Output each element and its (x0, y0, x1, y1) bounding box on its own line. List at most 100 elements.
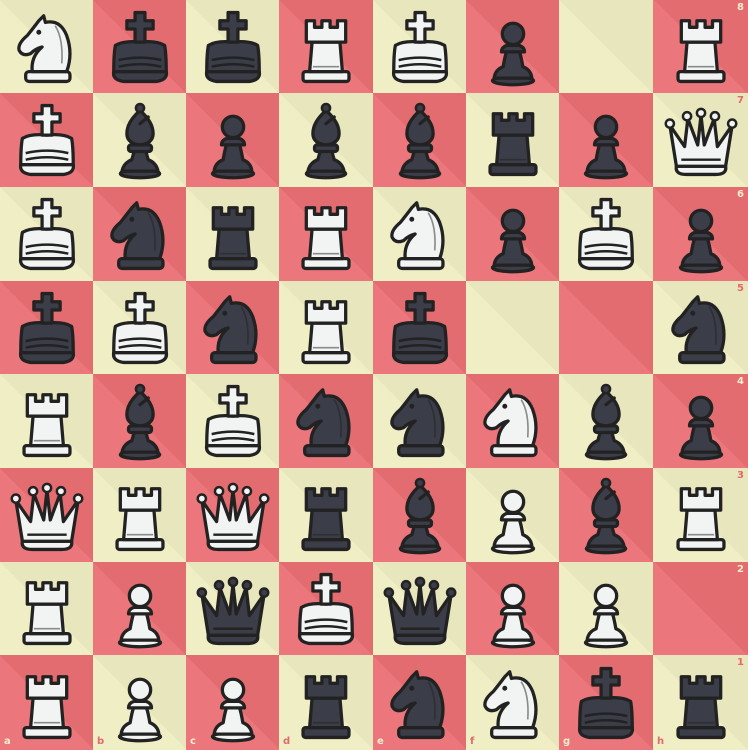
square-h8[interactable]: 8 (653, 0, 748, 93)
square-g8[interactable] (559, 0, 653, 93)
square-g7[interactable] (559, 93, 653, 187)
square-b5[interactable] (93, 281, 186, 374)
black-king-icon[interactable] (6, 287, 88, 369)
black-knight-icon[interactable] (192, 287, 274, 369)
square-h2[interactable]: 2 (653, 562, 748, 655)
white-rook-icon[interactable] (6, 380, 88, 462)
square-g5[interactable] (559, 281, 653, 374)
square-b6[interactable] (93, 187, 186, 281)
square-d5[interactable] (279, 281, 373, 374)
square-d3[interactable] (279, 468, 373, 562)
square-c2[interactable] (186, 562, 279, 655)
black-bishop-icon[interactable] (379, 99, 461, 181)
white-king-icon[interactable] (99, 287, 181, 369)
black-bishop-icon[interactable] (565, 474, 647, 556)
square-d6[interactable] (279, 187, 373, 281)
white-knight-icon[interactable] (472, 380, 554, 462)
square-b2[interactable] (93, 562, 186, 655)
black-pawn-icon[interactable] (472, 6, 554, 88)
square-c4[interactable] (186, 374, 279, 468)
black-knight-icon[interactable] (285, 380, 367, 462)
white-knight-icon[interactable] (6, 6, 88, 88)
square-b3[interactable] (93, 468, 186, 562)
black-bishop-icon[interactable] (99, 99, 181, 181)
white-king-icon[interactable] (285, 568, 367, 650)
square-g3[interactable] (559, 468, 653, 562)
white-pawn-icon[interactable] (192, 662, 274, 744)
black-queen-icon[interactable] (379, 568, 461, 650)
black-king-icon[interactable] (99, 6, 181, 88)
square-e6[interactable] (373, 187, 466, 281)
black-pawn-icon[interactable] (192, 99, 274, 181)
white-rook-icon[interactable] (285, 287, 367, 369)
black-king-icon[interactable] (565, 662, 647, 744)
white-rook-icon[interactable] (660, 474, 742, 556)
square-e4[interactable] (373, 374, 466, 468)
square-d7[interactable] (279, 93, 373, 187)
square-e7[interactable] (373, 93, 466, 187)
white-queen-icon[interactable] (192, 474, 274, 556)
square-a1[interactable]: a (0, 655, 93, 750)
white-king-icon[interactable] (6, 193, 88, 275)
square-d1[interactable]: d (279, 655, 373, 750)
white-king-icon[interactable] (192, 380, 274, 462)
square-f2[interactable] (466, 562, 559, 655)
square-f6[interactable] (466, 187, 559, 281)
square-a6[interactable] (0, 187, 93, 281)
square-a8[interactable] (0, 0, 93, 93)
square-b7[interactable] (93, 93, 186, 187)
square-h5[interactable]: 5 (653, 281, 748, 374)
square-e1[interactable]: e (373, 655, 466, 750)
square-a7[interactable] (0, 93, 93, 187)
square-c3[interactable] (186, 468, 279, 562)
white-rook-icon[interactable] (6, 662, 88, 744)
square-g4[interactable] (559, 374, 653, 468)
square-f1[interactable]: f (466, 655, 559, 750)
black-bishop-icon[interactable] (565, 380, 647, 462)
white-pawn-icon[interactable] (99, 662, 181, 744)
black-rook-icon[interactable] (192, 193, 274, 275)
white-pawn-icon[interactable] (99, 568, 181, 650)
white-king-icon[interactable] (379, 6, 461, 88)
square-a5[interactable] (0, 281, 93, 374)
white-queen-icon[interactable] (660, 99, 742, 181)
square-h6[interactable]: 6 (653, 187, 748, 281)
black-king-icon[interactable] (379, 287, 461, 369)
square-f7[interactable] (466, 93, 559, 187)
black-pawn-icon[interactable] (660, 380, 742, 462)
black-pawn-icon[interactable] (472, 193, 554, 275)
square-e5[interactable] (373, 281, 466, 374)
black-pawn-icon[interactable] (660, 193, 742, 275)
white-knight-icon[interactable] (379, 193, 461, 275)
square-h4[interactable]: 4 (653, 374, 748, 468)
square-e2[interactable] (373, 562, 466, 655)
black-king-icon[interactable] (192, 6, 274, 88)
black-knight-icon[interactable] (379, 662, 461, 744)
square-d4[interactable] (279, 374, 373, 468)
black-pawn-icon[interactable] (565, 99, 647, 181)
black-knight-icon[interactable] (99, 193, 181, 275)
square-c1[interactable]: c (186, 655, 279, 750)
square-f5[interactable] (466, 281, 559, 374)
square-b1[interactable]: b (93, 655, 186, 750)
square-h1[interactable]: h1 (653, 655, 748, 750)
square-f8[interactable] (466, 0, 559, 93)
black-rook-icon[interactable] (472, 99, 554, 181)
square-e8[interactable] (373, 0, 466, 93)
square-c7[interactable] (186, 93, 279, 187)
square-f3[interactable] (466, 468, 559, 562)
square-a2[interactable] (0, 562, 93, 655)
white-rook-icon[interactable] (285, 6, 367, 88)
square-d2[interactable] (279, 562, 373, 655)
square-c5[interactable] (186, 281, 279, 374)
black-bishop-icon[interactable] (285, 99, 367, 181)
square-h7[interactable]: 7 (653, 93, 748, 187)
white-rook-icon[interactable] (6, 568, 88, 650)
white-pawn-icon[interactable] (565, 568, 647, 650)
square-f4[interactable] (466, 374, 559, 468)
square-g6[interactable] (559, 187, 653, 281)
black-bishop-icon[interactable] (99, 380, 181, 462)
square-e3[interactable] (373, 468, 466, 562)
square-h3[interactable]: 3 (653, 468, 748, 562)
square-d8[interactable] (279, 0, 373, 93)
